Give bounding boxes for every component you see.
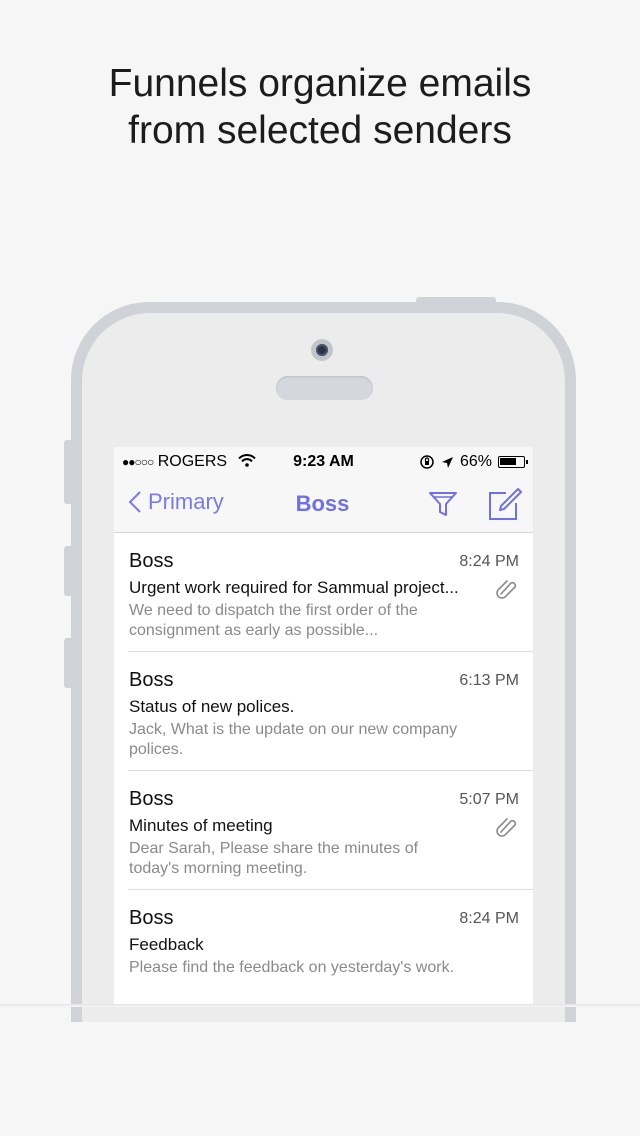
status-bar: ●●○○○ ROGERS 9:23 AM 66% — [114, 447, 533, 477]
battery-percent: 66% — [459, 453, 492, 470]
email-preview: Jack, What is the update on our new comp… — [129, 721, 458, 758]
email-time: 8:24 PM — [459, 910, 519, 927]
email-sender: Boss — [129, 788, 174, 810]
email-row[interactable]: Boss 6:13 PM Status of new polices. Jack… — [128, 652, 533, 771]
email-sender: Boss — [129, 550, 174, 572]
email-preview: We need to dispatch the first order of t… — [129, 602, 418, 639]
email-sender: Boss — [129, 907, 174, 929]
email-subject: Minutes of meeting — [129, 816, 273, 835]
email-time: 5:07 PM — [459, 791, 519, 808]
email-sender: Boss — [129, 669, 174, 691]
paperclip-icon — [496, 818, 517, 837]
email-subject: Status of new polices. — [129, 697, 295, 716]
email-row[interactable]: Boss 5:07 PM Minutes of meeting Dear Sar… — [128, 771, 533, 890]
phone-screen: ●●○○○ ROGERS 9:23 AM 66% Primary Boss Bo… — [114, 447, 533, 1004]
compose-button[interactable] — [488, 487, 522, 526]
headline: Funnels organize emails from selected se… — [0, 60, 640, 154]
email-subject: Feedback — [129, 935, 204, 954]
earpiece-speaker — [276, 376, 373, 400]
funnel-button[interactable] — [428, 489, 458, 524]
paperclip-icon — [496, 580, 517, 599]
headline-line-1: Funnels organize emails — [108, 62, 532, 105]
email-row[interactable]: Boss 8:24 PM Feedback Please find the fe… — [128, 890, 533, 1004]
rotation-lock-icon — [420, 455, 434, 469]
funnel-icon — [429, 492, 457, 516]
nav-title: Boss — [295, 491, 350, 516]
floor-shadow — [0, 1004, 640, 1007]
email-preview: Dear Sarah, Please share the minutes of … — [129, 840, 419, 877]
compose-icon — [489, 488, 522, 520]
email-row[interactable]: Boss 8:24 PM Urgent work required for Sa… — [128, 533, 533, 652]
status-right: 66% — [419, 453, 528, 471]
location-arrow-icon — [441, 456, 453, 468]
email-list: Boss 8:24 PM Urgent work required for Sa… — [114, 533, 533, 1004]
email-preview: Please find the feedback on yesterday's … — [129, 959, 455, 976]
nav-bar: Primary Boss — [114, 477, 533, 533]
email-time: 6:13 PM — [459, 672, 519, 689]
battery-icon — [498, 456, 528, 468]
headline-line-2: from selected senders — [128, 109, 512, 152]
email-time: 8:24 PM — [459, 553, 519, 570]
email-subject: Urgent work required for Sammual project… — [129, 578, 459, 597]
front-camera-icon — [311, 339, 333, 361]
